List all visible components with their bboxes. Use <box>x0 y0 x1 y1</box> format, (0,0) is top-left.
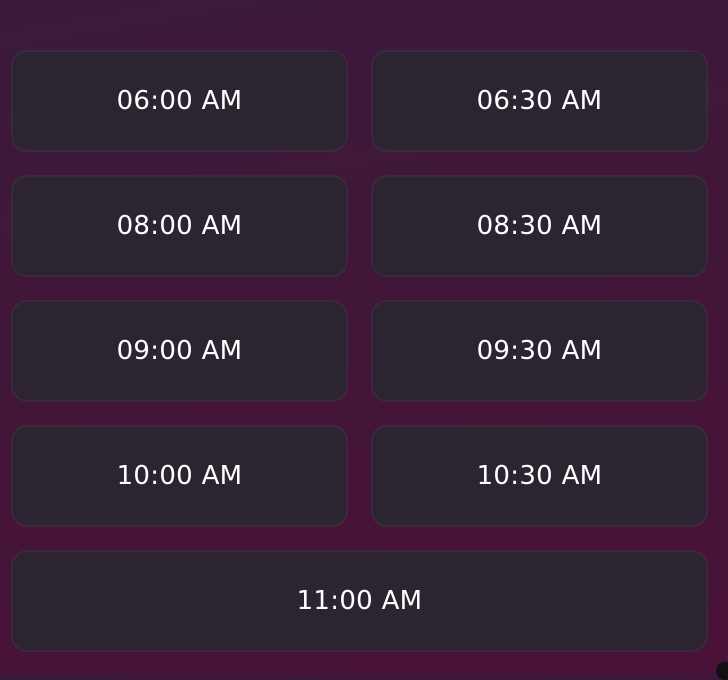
time-slot-0600-am[interactable]: 06:00 AM <box>11 50 348 152</box>
time-slot-1000-am[interactable]: 10:00 AM <box>11 425 348 527</box>
time-slot-0800-am[interactable]: 08:00 AM <box>11 175 348 277</box>
time-slot-label: 11:00 AM <box>296 586 423 616</box>
corner-indicator <box>716 662 728 680</box>
time-slot-label: 09:00 AM <box>116 336 243 366</box>
time-slot-label: 10:30 AM <box>476 461 603 491</box>
time-slot-label: 08:30 AM <box>476 211 603 241</box>
time-slot-label: 08:00 AM <box>116 211 243 241</box>
time-slot-0930-am[interactable]: 09:30 AM <box>371 300 708 402</box>
time-slot-grid: 06:00 AM 06:30 AM 08:00 AM 08:30 AM 09:0… <box>11 50 708 652</box>
time-slot-label: 10:00 AM <box>116 461 243 491</box>
time-slot-label: 06:00 AM <box>116 86 243 116</box>
time-slot-0900-am[interactable]: 09:00 AM <box>11 300 348 402</box>
time-slot-1030-am[interactable]: 10:30 AM <box>371 425 708 527</box>
time-slot-1100-am[interactable]: 11:00 AM <box>11 550 708 652</box>
time-slot-0830-am[interactable]: 08:30 AM <box>371 175 708 277</box>
time-slot-label: 09:30 AM <box>476 336 603 366</box>
time-slot-label: 06:30 AM <box>476 86 603 116</box>
time-slot-0630-am[interactable]: 06:30 AM <box>371 50 708 152</box>
